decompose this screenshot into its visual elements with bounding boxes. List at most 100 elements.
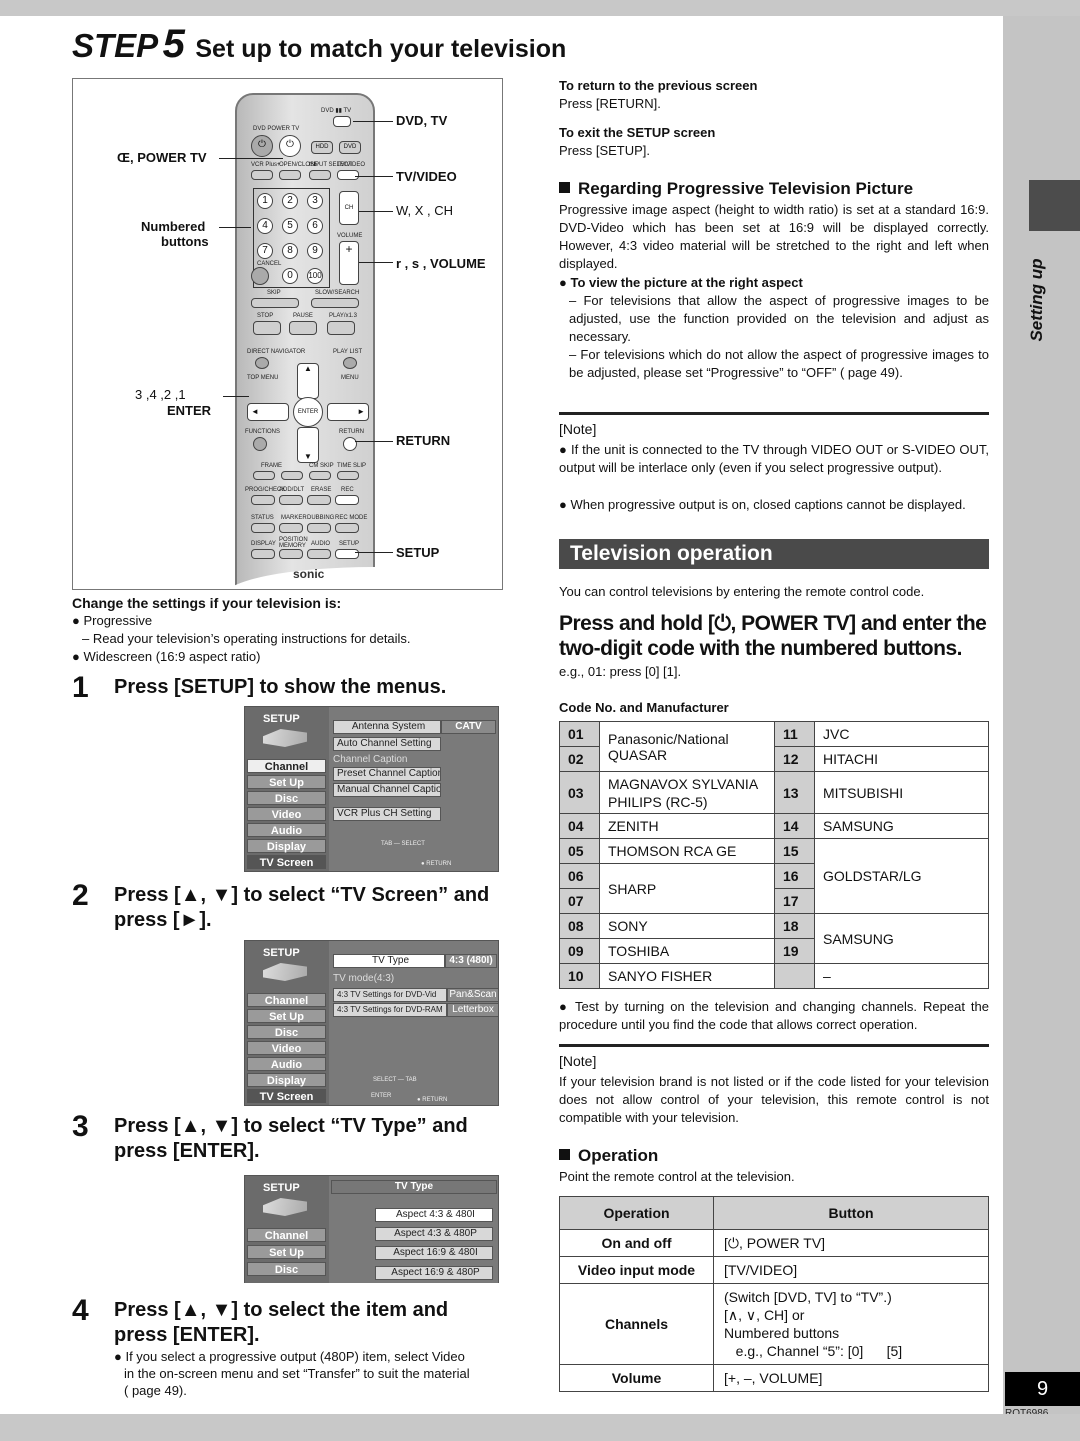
dvd-power-button[interactable]: ⏻ <box>251 135 273 157</box>
leader-line <box>219 158 283 159</box>
step-number: 3 <box>72 1110 89 1143</box>
open-close-button[interactable] <box>279 170 301 180</box>
button-cell: [+, –, VOLUME] <box>713 1364 989 1392</box>
down-button[interactable]: ▼ <box>297 427 319 463</box>
return-button[interactable] <box>343 437 357 451</box>
osd-menu-setup[interactable]: Set Up <box>247 1009 326 1023</box>
tv-video-button[interactable] <box>337 170 359 180</box>
skip-buttons[interactable] <box>251 298 299 308</box>
digit-7-button[interactable]: 7 <box>257 243 273 259</box>
osd-menu-channel[interactable]: Channel <box>247 1228 326 1242</box>
tv-type-option[interactable]: Aspect 4:3 & 480I <box>375 1208 493 1222</box>
rec-button[interactable] <box>335 495 359 505</box>
osd-menu-display[interactable]: Display <box>247 1073 326 1087</box>
manufacturer-cell: SONY <box>599 913 775 939</box>
osd-menu-video[interactable]: Video <box>247 807 326 821</box>
play-list-button[interactable] <box>343 357 357 369</box>
code-cell: 02 <box>559 746 600 772</box>
table-row: 10 SANYO FISHER – <box>559 963 989 989</box>
osd-menu-disc[interactable]: Disc <box>247 1025 326 1039</box>
time-slip-button[interactable] <box>337 471 359 480</box>
digit-0-button[interactable]: 0 <box>282 268 298 284</box>
hdd-button[interactable]: HDD <box>311 141 333 154</box>
digit-9-button[interactable]: 9 <box>307 243 323 259</box>
digit-4-button[interactable]: 4 <box>257 218 273 234</box>
osd-menu-audio[interactable]: Audio <box>247 823 326 837</box>
step-number: 2 <box>72 879 89 912</box>
digit-3-button[interactable]: 3 <box>307 193 323 209</box>
tv-type-option[interactable]: Aspect 4:3 & 480P <box>375 1227 493 1241</box>
button-line: (Switch [DVD, TV] to “TV”.) <box>724 1289 892 1305</box>
tv-type-item[interactable]: TV Type <box>333 954 445 968</box>
power-icon: ⏻ <box>258 139 266 150</box>
digit-6-button[interactable]: 6 <box>307 218 323 234</box>
cancel-button[interactable] <box>251 267 269 285</box>
prog-check-button[interactable] <box>251 495 275 505</box>
dubbing-button[interactable] <box>307 523 331 533</box>
code-cell: 13 <box>774 771 815 814</box>
auto-channel-setting-item[interactable]: Auto Channel Setting <box>333 737 441 751</box>
step-text: Press [▲, ▼] to select “TV Screen” and p… <box>114 884 490 931</box>
frame-forward-button[interactable] <box>281 471 303 480</box>
osd-menu-disc[interactable]: Disc <box>247 1262 326 1276</box>
erase-button[interactable] <box>307 495 331 505</box>
marker-button[interactable] <box>279 523 303 533</box>
input-select-button[interactable] <box>309 170 331 180</box>
left-button[interactable]: ◄ <box>247 403 289 421</box>
dvd-tv-switch[interactable] <box>333 116 351 127</box>
tv-power-button[interactable]: ⏻ <box>279 135 301 157</box>
digit-2-button[interactable]: 2 <box>282 193 298 209</box>
vcr-plus-label: VCR Plus+ <box>251 162 281 168</box>
osd-menu-video[interactable]: Video <box>247 1041 326 1055</box>
audio-button[interactable] <box>307 549 331 559</box>
add-dlt-button[interactable] <box>279 495 303 505</box>
manufacturer-cell: JVC <box>814 721 989 747</box>
stop-button[interactable] <box>253 321 281 335</box>
list-item: – Read your television’s operating instr… <box>82 631 411 646</box>
osd-menu-display[interactable]: Display <box>247 839 326 853</box>
digit-5-button[interactable]: 5 <box>282 218 298 234</box>
digit-100-button[interactable]: 100 <box>307 268 323 284</box>
volume-button[interactable]: + <box>339 241 359 285</box>
tv-settings-dvd-video-item[interactable]: 4:3 TV Settings for DVD-Vid <box>333 988 447 1002</box>
return-text: Press [RETURN]. <box>559 96 661 111</box>
rec-mode-button[interactable] <box>335 523 359 533</box>
pause-button[interactable] <box>289 321 317 335</box>
digit-8-button[interactable]: 8 <box>282 243 298 259</box>
tv-type-option[interactable]: Aspect 16:9 & 480P <box>375 1266 493 1280</box>
frame-back-button[interactable] <box>253 471 275 480</box>
right-button[interactable]: ► <box>327 403 369 421</box>
manual-channel-caption-item[interactable]: Manual Channel Caption <box>333 783 441 797</box>
play-button[interactable] <box>327 321 355 335</box>
digit-1-button[interactable]: 1 <box>257 193 273 209</box>
slow-search-buttons[interactable] <box>311 298 359 308</box>
rec-label: REC <box>341 487 354 493</box>
leader-line <box>353 121 393 122</box>
osd-menu-channel[interactable]: Channel <box>247 993 326 1007</box>
channel-up-down-button[interactable]: CH <box>339 191 359 225</box>
osd-menu-channel[interactable]: Channel <box>247 759 326 773</box>
osd-menu-disc[interactable]: Disc <box>247 791 326 805</box>
position-memory-button[interactable] <box>279 549 303 559</box>
osd-menu-tv-screen[interactable]: TV Screen <box>247 855 326 869</box>
vcr-plus-ch-setting-item[interactable]: VCR Plus CH Setting <box>333 807 441 821</box>
osd-menu-audio[interactable]: Audio <box>247 1057 326 1071</box>
status-button[interactable] <box>251 523 275 533</box>
antenna-system-item[interactable]: Antenna System <box>333 720 441 734</box>
vcr-plus-button[interactable] <box>251 170 273 180</box>
osd-menu-tv-screen[interactable]: TV Screen <box>247 1089 326 1103</box>
step-title: Set up to match your television <box>195 35 567 63</box>
setup-button[interactable] <box>335 549 359 559</box>
functions-button[interactable] <box>253 437 267 451</box>
tv-settings-dvd-ram-item[interactable]: 4:3 TV Settings for DVD-RAM <box>333 1003 447 1017</box>
dvd-button[interactable]: DVD <box>339 141 361 154</box>
display-button[interactable] <box>251 549 275 559</box>
tv-type-option[interactable]: Aspect 16:9 & 480I <box>375 1246 493 1260</box>
direct-navigator-button[interactable] <box>255 357 269 369</box>
cm-skip-button[interactable] <box>309 471 331 480</box>
up-button[interactable]: ▲ <box>297 363 319 399</box>
preset-channel-caption-item[interactable]: Preset Channel Caption <box>333 767 441 781</box>
osd-menu-setup[interactable]: Set Up <box>247 775 326 789</box>
enter-button[interactable]: ENTER <box>293 397 323 427</box>
osd-menu-setup[interactable]: Set Up <box>247 1245 326 1259</box>
